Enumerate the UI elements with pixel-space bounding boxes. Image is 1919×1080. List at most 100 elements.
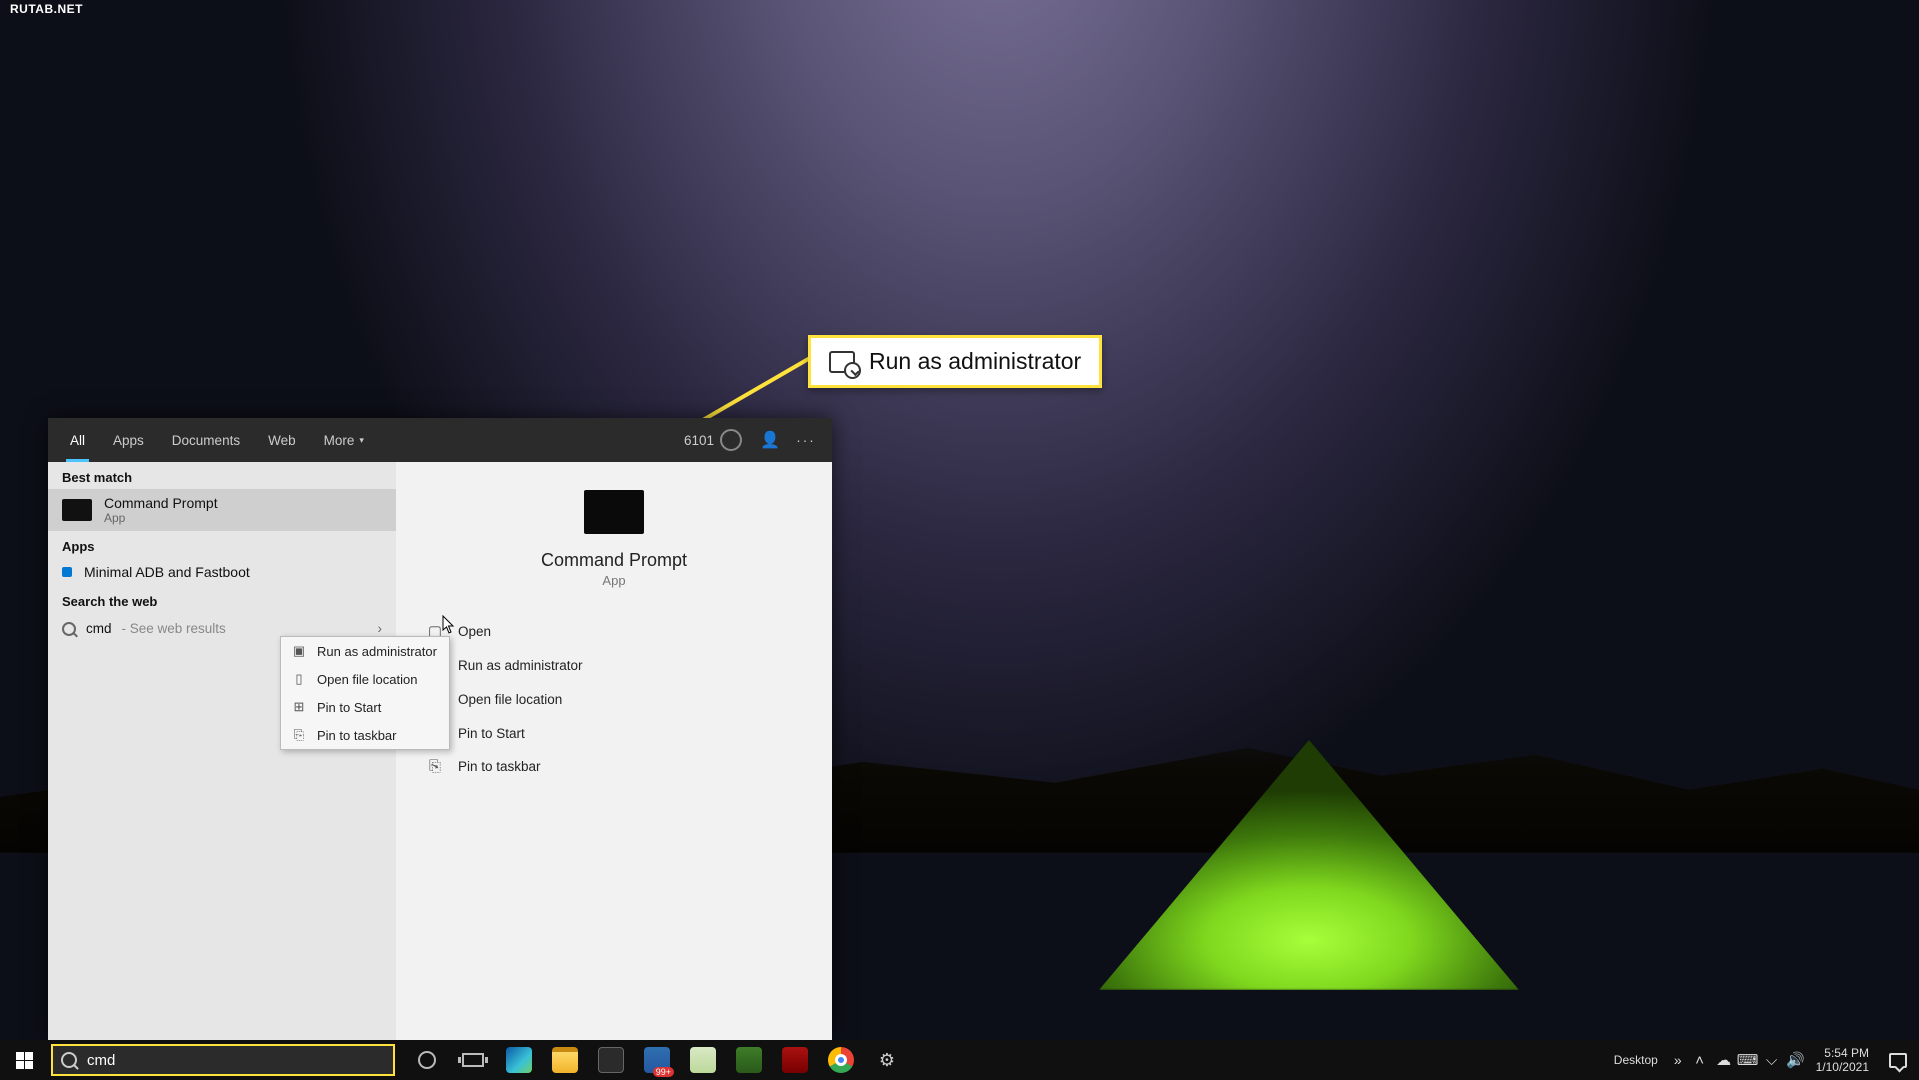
chevron-right-icon: › [378,621,383,636]
cmd-icon [62,499,92,521]
folder-icon: ▯ [291,671,307,687]
tab-more-label: More [324,433,355,448]
app-generic-icon [62,567,72,577]
admin-shield-icon [829,351,855,373]
callout-label: Run as administrator [869,348,1081,375]
tab-web[interactable]: Web [254,418,310,462]
action-label: Open [458,624,491,639]
tray-clock[interactable]: 5:54 PM 1/10/2021 [1808,1046,1877,1074]
tray-date: 1/10/2021 [1816,1060,1869,1074]
admin-shield-icon: ▣ [291,643,307,659]
ctx-open-location[interactable]: ▯ Open file location [281,665,449,693]
edge-icon [506,1047,532,1073]
taskbar-app-notepadpp[interactable] [726,1040,772,1080]
tab-documents-label: Documents [172,433,240,448]
notification-icon [1889,1053,1907,1068]
tab-all-label: All [70,433,85,448]
start-button[interactable] [0,1040,48,1080]
action-label: Pin to taskbar [458,759,541,774]
action-pin-taskbar[interactable]: ⎘ Pin to taskbar [422,750,806,783]
notepad-icon [690,1047,716,1073]
tab-apps-label: Apps [113,433,144,448]
mail-icon [644,1047,670,1073]
ctx-run-admin[interactable]: ▣ Run as administrator [281,637,449,665]
action-center-button[interactable] [1877,1040,1919,1080]
taskbar-app-generic[interactable] [772,1040,818,1080]
callout-box: Run as administrator [808,335,1102,388]
chevron-down-icon: ▾ [359,435,364,446]
pin-taskbar-icon: ⎘ [291,727,307,743]
result-preview-pane: Command Prompt App ▢Open ▣Run as adminis… [396,462,832,1040]
ellipsis-icon: ··· [796,433,816,448]
app-icon [782,1047,808,1073]
cortana-button[interactable] [404,1040,450,1080]
person-icon: 👤 [760,432,780,449]
account-button[interactable]: 👤 [752,430,788,450]
taskbar-app-explorer[interactable] [542,1040,588,1080]
rewards-button[interactable]: 6101 [674,429,752,451]
search-input[interactable] [87,1052,385,1069]
pin-taskbar-icon: ⎘ [426,758,444,775]
action-label: Open file location [458,692,562,707]
chrome-icon [828,1047,854,1073]
search-icon [61,1052,77,1068]
action-pin-start[interactable]: ⊞Pin to Start [422,716,806,750]
preview-subtitle: App [602,573,625,588]
preview-title: Command Prompt [541,550,687,571]
windows-logo-icon [16,1052,33,1069]
pin-start-icon: ⊞ [291,699,307,715]
action-label: Pin to Start [458,726,525,741]
tab-documents[interactable]: Documents [158,418,254,462]
search-filter-bar: All Apps Documents Web More ▾ 6101 👤 ··· [48,418,832,462]
tray-keyboard-icon[interactable]: ⌨ [1736,1051,1760,1069]
taskbar-app-mail[interactable] [634,1040,680,1080]
gear-icon: ⚙ [879,1050,895,1071]
taskbar-app-store[interactable] [588,1040,634,1080]
results-list: Best match Command Prompt App Apps Minim… [48,462,396,1040]
file-explorer-icon [552,1047,578,1073]
action-open[interactable]: ▢Open [422,614,806,648]
tab-apps[interactable]: Apps [99,418,158,462]
web-hint-text: - See web results [122,621,226,636]
tab-more[interactable]: More ▾ [310,418,378,462]
ctx-label: Open file location [317,672,417,687]
tray-network-icon[interactable]: ⌵ [1760,1052,1784,1069]
taskbar-app-edge[interactable] [496,1040,542,1080]
rewards-badge-icon [720,429,742,451]
apps-header: Apps [48,531,396,558]
rewards-points: 6101 [684,433,714,448]
taskbar-app-settings[interactable]: ⚙ [864,1040,910,1080]
web-query-text: cmd [86,621,112,636]
ctx-pin-taskbar[interactable]: ⎘Pin to taskbar [281,721,449,749]
action-open-location[interactable]: ▯Open file location [422,682,806,716]
options-button[interactable]: ··· [788,433,824,448]
ctx-label: Run as administrator [317,644,437,659]
tray-time: 5:54 PM [1816,1046,1869,1060]
task-view-button[interactable] [450,1040,496,1080]
result-title: Minimal ADB and Fastboot [84,564,250,580]
ctx-pin-start[interactable]: ⊞Pin to Start [281,693,449,721]
notepadpp-icon [736,1047,762,1073]
taskbar-app-notepad[interactable] [680,1040,726,1080]
tray-volume-icon[interactable]: 🔊 [1784,1051,1808,1069]
cortana-icon [418,1051,436,1069]
tray-chevron-up[interactable]: ˄ [1688,1052,1712,1069]
store-icon [598,1047,624,1073]
context-menu: ▣ Run as administrator ▯ Open file locatio… [280,636,450,750]
taskbar: ⚙ Desktop » ˄ ☁ ⌨ ⌵ 🔊 5:54 PM 1/10/2021 [0,1040,1919,1080]
result-minimal-adb[interactable]: Minimal ADB and Fastboot [48,558,396,586]
tray-onedrive-icon[interactable]: ☁ [1712,1051,1736,1069]
taskbar-search-box[interactable] [51,1044,395,1076]
pinned-apps: ⚙ [404,1040,910,1080]
action-run-admin[interactable]: ▣Run as administrator [422,648,806,682]
result-command-prompt[interactable]: Command Prompt App [48,489,396,531]
best-match-header: Best match [48,462,396,489]
tray-overflow-button[interactable]: » [1668,1052,1688,1068]
tray-desktop-label[interactable]: Desktop [1604,1053,1668,1067]
tab-all[interactable]: All [56,418,99,462]
preview-app-icon [584,490,644,534]
taskbar-app-chrome[interactable] [818,1040,864,1080]
search-icon [62,622,76,636]
result-title: Command Prompt [104,495,218,511]
result-subtitle: App [104,511,218,525]
